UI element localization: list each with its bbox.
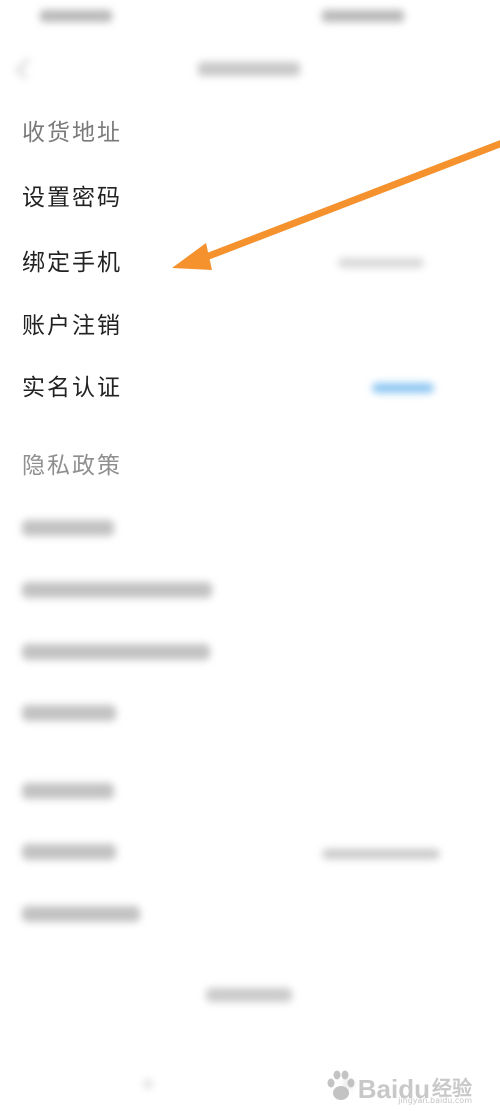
menu-item-blurred[interactable]	[22, 705, 116, 721]
status-bar	[0, 6, 500, 30]
menu-item-blurred-value	[322, 849, 440, 859]
menu-item-blurred[interactable]	[22, 644, 210, 660]
menu-item-set-password[interactable]: 设置密码	[22, 183, 122, 213]
chevron-left-icon[interactable]	[15, 57, 38, 80]
paw-icon	[326, 1069, 356, 1103]
menu-item-privacy-policy[interactable]: 隐私政策	[22, 451, 122, 481]
status-time	[40, 10, 112, 22]
page-title	[198, 62, 300, 76]
real-name-status	[372, 383, 434, 393]
arrow-shaft	[184, 140, 500, 268]
menu-item-blurred[interactable]	[22, 520, 114, 536]
menu-item-real-name[interactable]: 实名认证	[22, 373, 122, 403]
nav-bar	[0, 52, 500, 88]
menu-item-shipping-address[interactable]: 收货地址	[22, 118, 122, 148]
logout-button[interactable]	[206, 988, 292, 1002]
watermark-brand-bai: Bai	[357, 1074, 399, 1104]
menu-item-blurred[interactable]	[22, 582, 212, 598]
menu-item-blurred[interactable]	[22, 844, 116, 860]
arrow-head	[172, 243, 212, 270]
status-indicators	[322, 10, 404, 22]
menu-item-blurred[interactable]	[22, 783, 114, 799]
arrow-icon	[172, 140, 500, 270]
watermark-url: jingyan.baidu.com	[398, 1096, 472, 1105]
watermark: Bai du 经验 jingyan.baidu.com	[326, 1063, 472, 1105]
menu-item-blurred[interactable]	[22, 906, 140, 922]
menu-item-bind-phone[interactable]: 绑定手机	[22, 248, 122, 278]
nav-dot	[144, 1080, 152, 1088]
menu-item-account-cancel[interactable]: 账户注销	[22, 311, 122, 341]
bind-phone-value	[338, 258, 424, 268]
